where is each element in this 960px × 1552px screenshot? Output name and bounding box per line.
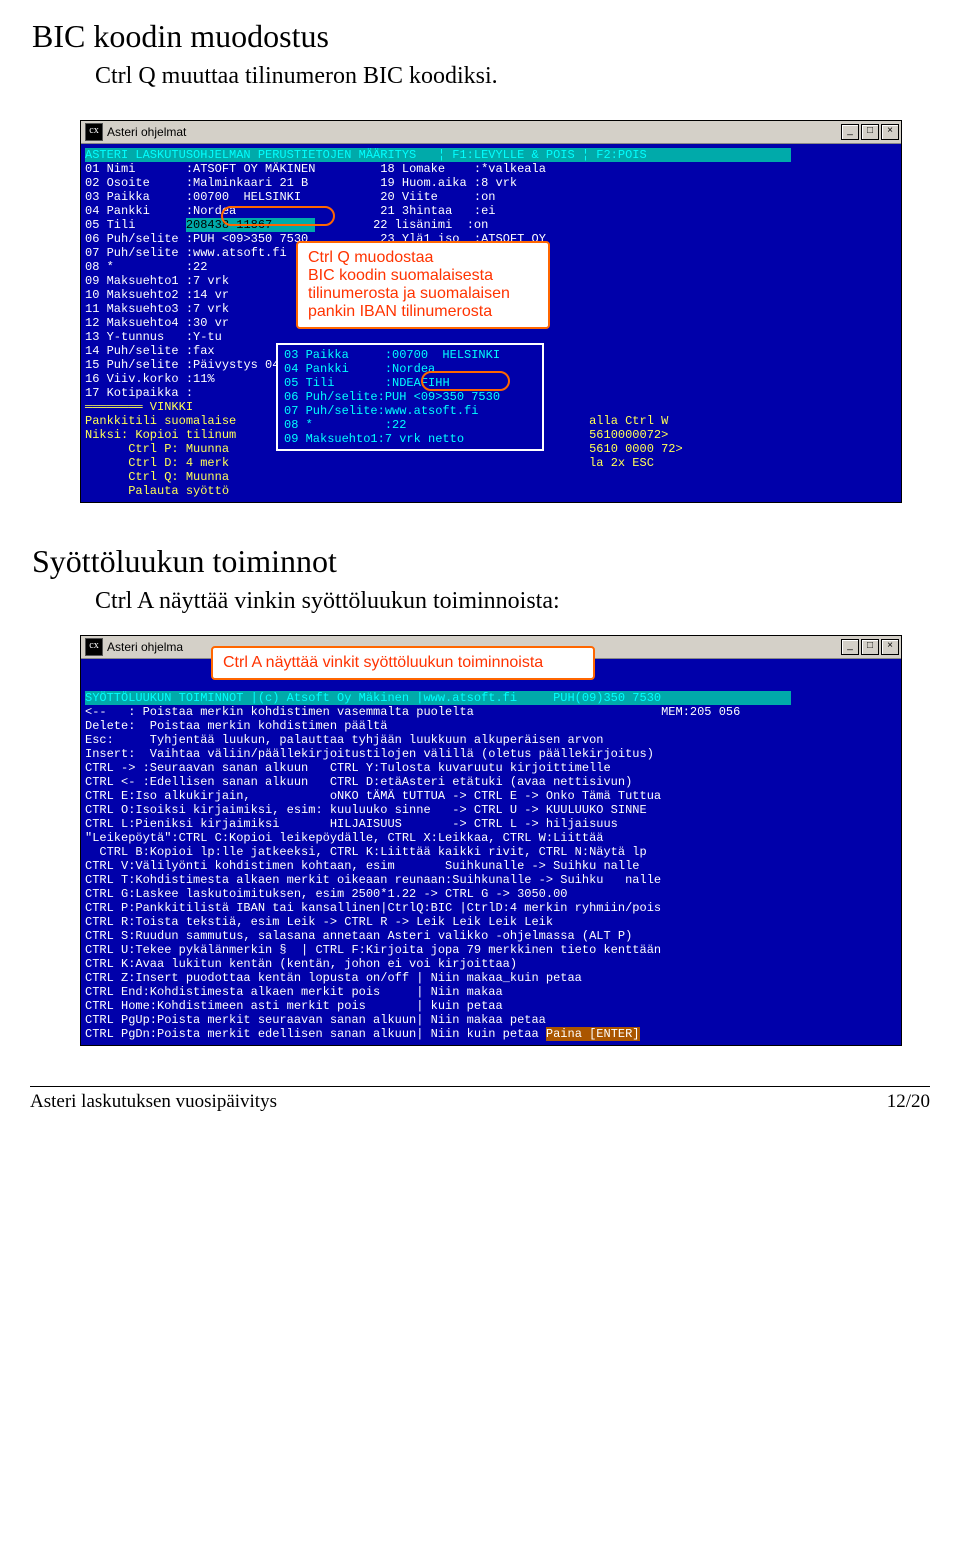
highlight-bic (421, 371, 510, 391)
maximize-button[interactable]: □ (861, 639, 879, 655)
app-icon: cx (85, 123, 103, 141)
console-window-2: cx Asteri ohjelma _ □ × SYÖTTÖLUUKUN TOI… (80, 635, 902, 1046)
callout-ctrlq: Ctrl Q muodostaaBIC koodin suomalaisesta… (296, 241, 550, 329)
maximize-button[interactable]: □ (861, 124, 879, 140)
minimize-button[interactable]: _ (841, 124, 859, 140)
window-title: Asteri ohjelmat (107, 125, 841, 139)
page-footer: Asteri laskutuksen vuosipäivitys 12/20 (30, 1086, 930, 1113)
terminal-content: SYÖTTÖLUUKUN TOIMINNOT |(c) Atsoft Oy Mä… (81, 659, 901, 1045)
callout-ctrla: Ctrl A näyttää vinkit syöttöluukun toimi… (211, 646, 595, 680)
highlight-tili (221, 206, 335, 226)
console-window-1: cx Asteri ohjelmat _ □ × ASTERI LASKUTUS… (80, 120, 902, 503)
section-title: Syöttöluukun toiminnot (0, 503, 960, 588)
section-subtitle: Ctrl A näyttää vinkin syöttöluukun toimi… (0, 588, 960, 625)
page-title: BIC koodin muodostus (0, 0, 960, 63)
close-button[interactable]: × (881, 639, 899, 655)
app-icon: cx (85, 638, 103, 656)
overlay-popup: 03 Paikka :00700 HELSINKI 04 Pankki :Nor… (276, 343, 544, 451)
titlebar: cx Asteri ohjelmat _ □ × (81, 121, 901, 144)
page-subtitle: Ctrl Q muuttaa tilinumeron BIC koodiksi. (0, 63, 960, 110)
minimize-button[interactable]: _ (841, 639, 859, 655)
footer-left: Asteri laskutuksen vuosipäivitys (30, 1091, 277, 1113)
footer-right: 12/20 (887, 1091, 930, 1113)
close-button[interactable]: × (881, 124, 899, 140)
